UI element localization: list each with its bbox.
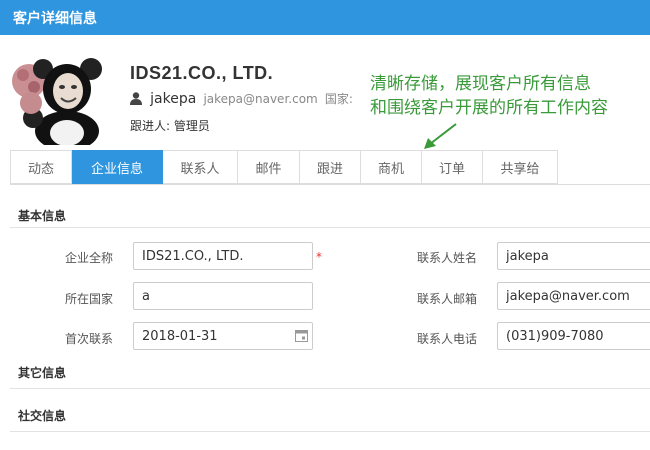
country-field-label: 所在国家	[64, 292, 113, 306]
tab-follow-up[interactable]: 跟进	[300, 150, 361, 184]
panda-avatar-icon	[12, 58, 102, 151]
contact-line: jakepa jakepa@naver.com 国家:	[130, 90, 353, 109]
tab-activity[interactable]: 动态	[10, 150, 72, 184]
company-full-name-label: 企业全称	[64, 251, 113, 265]
tab-label: 跟进	[316, 161, 343, 177]
tab-label: 商机	[377, 161, 404, 177]
tab-label: 订单	[438, 161, 465, 177]
tab-label: 邮件	[255, 161, 282, 177]
tab-contacts[interactable]: 联系人	[163, 150, 238, 184]
calendar-icon[interactable]	[295, 329, 308, 342]
tab-email[interactable]: 邮件	[238, 150, 300, 184]
required-mark: *	[316, 250, 322, 264]
callout-annotation: 清晰存储，展现客户所有信息 和围绕客户开展的所有工作内容	[370, 72, 608, 120]
country-label: 国家:	[324, 92, 353, 106]
page-title: 客户详细信息	[13, 11, 97, 27]
contact-phone-label: 联系人电话	[416, 332, 477, 346]
contact-name-input[interactable]	[497, 242, 650, 270]
callout-line-2: 和围绕客户开展的所有工作内容	[370, 98, 608, 118]
section-other-info: 其它信息	[18, 366, 67, 380]
first-contact-date-input[interactable]	[133, 322, 313, 350]
company-name: IDS21.CO., LTD.	[130, 63, 274, 83]
section-divider	[10, 388, 650, 389]
country-input[interactable]	[133, 282, 313, 310]
contact-phone-input[interactable]	[497, 322, 650, 350]
tab-label: 企业信息	[90, 161, 143, 177]
tab-orders[interactable]: 订单	[422, 150, 483, 184]
contact-email[interactable]: jakepa@naver.com	[203, 92, 317, 106]
section-social-info: 社交信息	[18, 409, 67, 423]
contact-name-label: 联系人姓名	[416, 251, 477, 265]
tab-label: 动态	[27, 161, 54, 177]
section-divider	[10, 431, 650, 432]
callout-arrow-icon	[424, 123, 457, 149]
tab-share[interactable]: 共享给	[483, 150, 558, 184]
company-full-name-input[interactable]	[133, 242, 313, 270]
top-bar: 客户详细信息	[0, 0, 650, 35]
tab-bar: 动态 企业信息 联系人 邮件 跟进 商机 订单 共享给	[10, 150, 558, 184]
person-icon	[130, 92, 142, 109]
first-contact-label: 首次联系	[64, 332, 113, 346]
tab-company-info[interactable]: 企业信息	[72, 150, 163, 184]
contact-email-label: 联系人邮箱	[416, 292, 477, 306]
section-basic-info: 基本信息	[18, 209, 67, 223]
tab-opportunity[interactable]: 商机	[361, 150, 422, 184]
tab-label: 共享给	[500, 161, 540, 177]
tab-divider	[10, 184, 650, 185]
contact-email-input[interactable]	[497, 282, 650, 310]
tab-label: 联系人	[180, 161, 220, 177]
callout-line-1: 清晰存储，展现客户所有信息	[370, 74, 591, 94]
follower-text: 跟进人: 管理员	[130, 119, 210, 133]
contact-username: jakepa	[150, 91, 197, 107]
avatar	[9, 53, 109, 151]
section-divider	[10, 227, 650, 228]
